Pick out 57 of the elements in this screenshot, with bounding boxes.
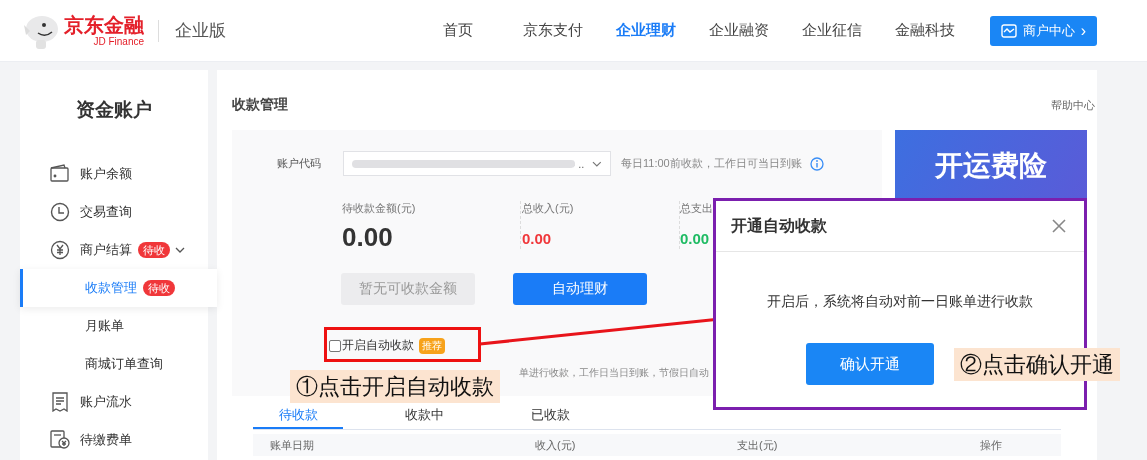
stat-label: 待收款金额(元) <box>342 201 417 216</box>
nav-link[interactable]: 金融科技 <box>895 21 988 40</box>
primary-button[interactable]: 自动理财 <box>513 273 647 305</box>
hint-text: 单进行收款，工作日当日到账，节假日自动 <box>519 366 709 380</box>
sidebar-subitem[interactable]: 月账单 <box>20 307 208 345</box>
status-badge: 待收 <box>138 242 170 258</box>
bill-icon <box>50 430 70 450</box>
field-label: 账户代码 <box>277 156 322 171</box>
nav-link[interactable]: 企业理财 <box>616 21 709 40</box>
chevron-down-icon <box>175 245 185 255</box>
column-header: 支出(元) <box>737 437 779 453</box>
tab[interactable]: 收款中 <box>379 406 469 429</box>
help-link[interactable]: 帮助中心 <box>1051 97 1095 113</box>
wallet-icon <box>50 164 70 184</box>
sidebar-item[interactable]: 交易查询 <box>20 193 208 231</box>
nav-link[interactable]: 首页 <box>443 21 523 40</box>
sidebar-item[interactable]: 账户流水 <box>20 383 208 421</box>
recommend-badge: 推荐 <box>419 337 445 354</box>
sidebar-subitem[interactable]: 收款管理 待收 <box>20 269 217 307</box>
annotation-label: ②点击确认开通 <box>954 348 1120 381</box>
nav-link[interactable]: 企业征信 <box>802 21 895 40</box>
sidebar-item[interactable]: 商户结算 待收 <box>20 231 208 269</box>
edition-label: 企业版 <box>158 19 226 42</box>
brand-subtitle: JD Finance <box>93 36 144 47</box>
stat-label: 总收入(元) <box>522 201 575 216</box>
sidebar-title: 资金账户 <box>75 98 153 122</box>
info-icon <box>809 156 824 171</box>
tab[interactable]: 待收款 <box>253 406 343 429</box>
status-badge: 待收 <box>143 280 175 296</box>
stat-value: 0.00 <box>342 222 394 253</box>
stat-label: 总支出 <box>680 201 714 216</box>
checkbox-label[interactable]: 开启自动收款 <box>342 337 414 354</box>
column-header: 账单日期 <box>270 437 315 453</box>
merchant-center-button[interactable]: 商户中心 › <box>990 15 1097 46</box>
stat-value: 0.00 <box>522 230 553 247</box>
yen-circle-icon <box>50 240 70 260</box>
sidebar-item[interactable]: 待缴费单 <box>20 421 208 459</box>
clock-icon <box>50 202 70 222</box>
nav-link[interactable]: 京东支付 <box>523 21 616 40</box>
page-title: 收款管理 <box>232 96 288 114</box>
dialog-title: 开通自动收款 <box>731 215 827 236</box>
sidebar-subitem[interactable]: 商城订单查询 <box>20 345 208 383</box>
tab[interactable]: 已收款 <box>505 406 595 429</box>
receipt-icon <box>50 392 70 412</box>
brand-name: 京东金融 <box>64 14 144 36</box>
hint-text: 每日11:00前收款，工作日可当日到账 <box>621 156 802 171</box>
account-select[interactable]: .. <box>343 151 611 176</box>
confirm-button[interactable]: 确认开通 <box>806 343 934 385</box>
annotation-label: ①点击开启自动收款 <box>290 370 500 403</box>
nav-link[interactable]: 企业融资 <box>709 21 802 40</box>
stat-value: 0.00 <box>680 230 711 247</box>
dialog-message: 开启后，系统将自动对前一日账单进行收款 <box>766 292 1034 311</box>
checkbox[interactable] <box>329 339 341 352</box>
column-header: 操作 <box>980 437 1002 453</box>
close-icon[interactable] <box>1052 219 1066 233</box>
column-header: 收入(元) <box>535 437 577 453</box>
sidebar-item[interactable]: 账户余额 <box>20 155 208 193</box>
